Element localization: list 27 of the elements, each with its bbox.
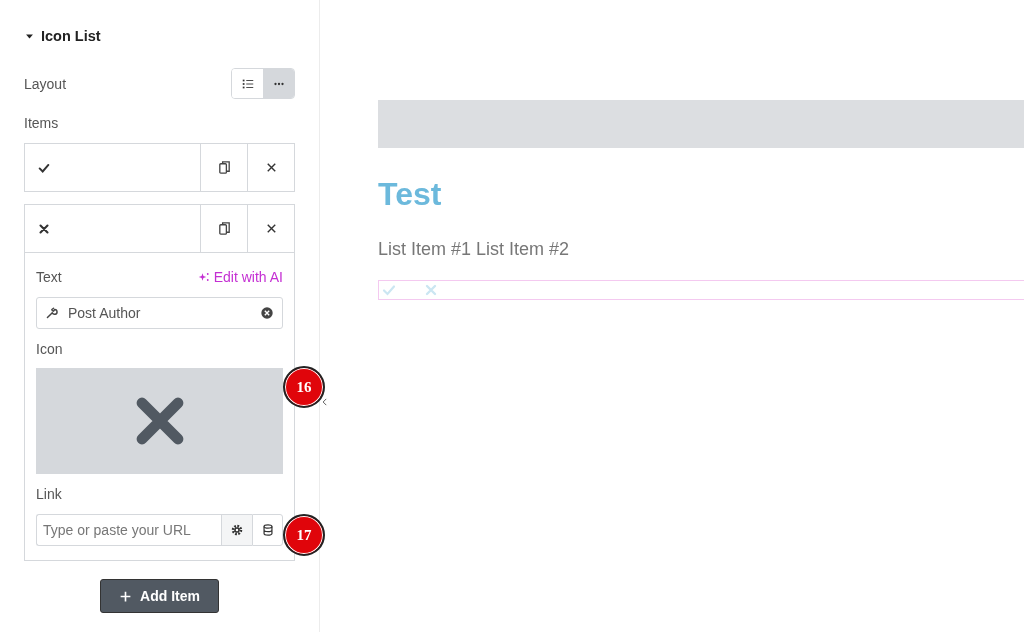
sparkle-icon — [197, 271, 210, 283]
field-label: Icon — [36, 341, 64, 357]
step-badge: 17 — [283, 514, 325, 556]
settings-icon — [230, 523, 244, 537]
database-icon — [260, 523, 275, 537]
copy-icon — [216, 221, 232, 236]
url-field[interactable]: Type or paste your URL — [36, 514, 221, 546]
section-header[interactable]: Icon List — [24, 28, 101, 44]
add-item-button[interactable]: Add Item — [100, 579, 219, 613]
cross-icon — [37, 221, 51, 236]
clear-icon — [260, 306, 274, 320]
edit-with-ai-link[interactable]: Edit with AI — [197, 269, 283, 285]
collapse-icon — [320, 397, 330, 407]
link-options-button[interactable] — [221, 514, 252, 546]
copy-icon — [216, 160, 232, 175]
text-field[interactable]: Post Author — [36, 297, 283, 329]
step-badge: 16 — [283, 366, 325, 408]
heading: Test — [378, 176, 443, 213]
field-label: Link — [36, 486, 63, 502]
items-label: Items — [24, 115, 60, 131]
layout-label: Layout — [24, 75, 67, 92]
icon-preview[interactable] — [36, 368, 283, 474]
wrench-icon — [45, 306, 58, 320]
dynamic-tags-button[interactable] — [252, 514, 283, 546]
field-label: Text — [36, 269, 62, 285]
list-text: List Item #1 List Item #2 — [378, 239, 571, 260]
plus-icon — [119, 589, 133, 603]
